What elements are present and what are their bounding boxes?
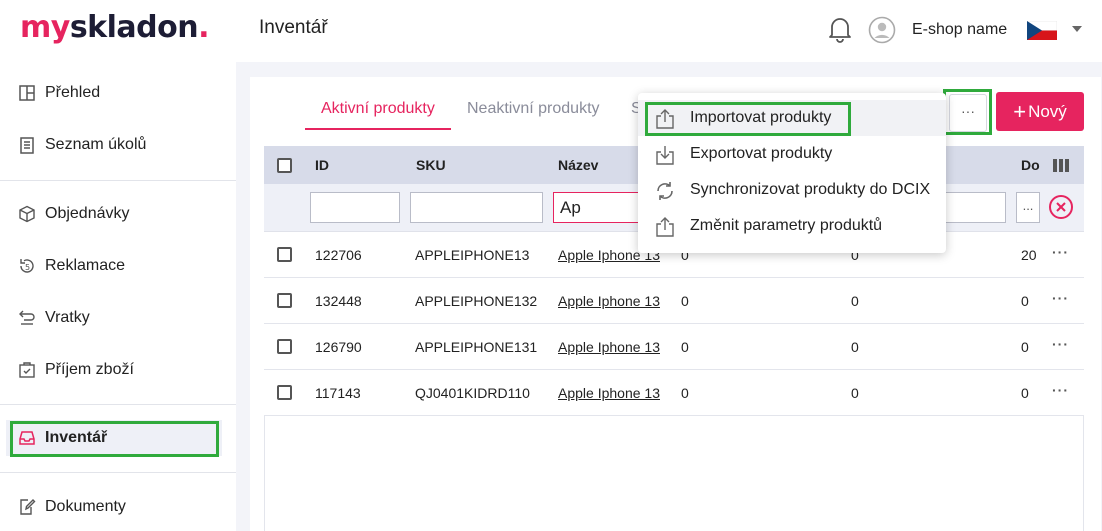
sidebar-divider — [0, 472, 236, 473]
upload-icon — [656, 109, 674, 129]
sidebar-item-label: Inventář — [45, 429, 108, 446]
new-product-button[interactable]: + Nový — [996, 92, 1084, 131]
sidebar-item-complaints[interactable]: 5 Reklamace — [0, 246, 236, 286]
sidebar-item-overview[interactable]: Přehled — [0, 73, 236, 113]
sidebar-item-returns[interactable]: Vratky — [0, 298, 236, 338]
menu-item-label: Exportovat produkty — [690, 145, 833, 162]
tab-active-products[interactable]: Aktivní produkty — [305, 93, 451, 130]
sidebar-item-label: Dokumenty — [45, 498, 126, 515]
cell-sku: APPLEIPHONE131 — [415, 339, 538, 355]
plus-icon: + — [1013, 98, 1027, 124]
cell-id: 126790 — [315, 339, 362, 355]
chevron-down-icon[interactable] — [1071, 24, 1083, 34]
sidebar-item-label: Seznam úkolů — [45, 136, 147, 153]
row-checkbox[interactable] — [277, 385, 292, 400]
sidebar-divider — [0, 404, 236, 405]
sidebar-item-label: Objednávky — [45, 205, 130, 222]
row-checkbox[interactable] — [277, 247, 292, 262]
sidebar-divider — [0, 180, 236, 181]
cell-id: 117143 — [315, 385, 361, 401]
menu-item-label: Změnit parametry produktů — [690, 217, 883, 234]
column-header-name[interactable]: Název — [558, 157, 598, 173]
cell-value: 0 — [1021, 339, 1029, 355]
cz-flag-icon[interactable] — [1027, 21, 1057, 40]
sidebar-item-inventory[interactable]: Inventář — [6, 420, 222, 456]
cell-value: 0 — [1021, 293, 1029, 309]
sidebar-item-label: Přehled — [45, 84, 101, 101]
cell-sku: QJ0401KIDRD110 — [415, 385, 530, 401]
clear-filter-icon[interactable] — [1048, 194, 1074, 220]
cell-name-link[interactable]: Apple Iphone 13 — [558, 385, 660, 401]
cell-value: 0 — [681, 339, 689, 355]
box-icon — [19, 205, 35, 223]
row-menu-button[interactable]: ··· — [1052, 382, 1069, 398]
sidebar: Přehled Seznam úkolů Objednávky 5 Reklam… — [0, 62, 236, 531]
cell-name-link[interactable]: Apple Iphone 13 — [558, 339, 660, 355]
sync-icon — [657, 182, 673, 200]
upload-icon — [656, 217, 674, 237]
sidebar-item-label: Příjem zboží — [45, 361, 134, 378]
cell-value: 0 — [851, 385, 859, 401]
menu-item-sync-dcix[interactable]: Synchronizovat produkty do DCIX — [638, 172, 946, 208]
receiving-icon — [19, 362, 35, 378]
filter-id-input[interactable] — [310, 192, 400, 223]
more-actions-dropdown: Importovat produkty Exportovat produkty … — [638, 93, 946, 253]
row-menu-button[interactable]: ··· — [1052, 336, 1069, 352]
menu-item-label: Importovat produkty — [690, 109, 832, 126]
document-edit-icon — [20, 499, 36, 515]
cell-value: 0 — [851, 339, 859, 355]
row-checkbox[interactable] — [277, 293, 292, 308]
shop-name[interactable]: E-shop name — [912, 21, 1007, 39]
menu-item-label: Synchronizovat produkty do DCIX — [690, 181, 931, 198]
menu-item-import-products[interactable]: Importovat produkty — [638, 100, 946, 136]
top-header: myskladon. Inventář E-shop name — [0, 0, 1102, 62]
table-row[interactable]: 132448 APPLEIPHONE132 Apple Iphone 13 0 … — [264, 278, 1084, 324]
complaint-icon: 5 — [20, 259, 34, 273]
sidebar-item-label: Reklamace — [45, 257, 126, 274]
table-row[interactable]: 126790 APPLEIPHONE131 Apple Iphone 13 0 … — [264, 324, 1084, 370]
sidebar-item-label: Vratky — [45, 309, 90, 326]
cell-sku: APPLEIPHONE132 — [415, 293, 538, 309]
cell-value: 0 — [851, 293, 859, 309]
task-list-icon — [20, 137, 34, 154]
cell-id: 122706 — [315, 247, 362, 263]
bell-icon[interactable] — [827, 15, 853, 43]
table-row[interactable]: 117143 QJ0401KIDRD110 Apple Iphone 13 0 … — [264, 370, 1084, 416]
cell-value: 0 — [681, 385, 689, 401]
column-header-sku[interactable]: SKU — [416, 157, 446, 173]
filter-more-button[interactable]: ... — [1016, 192, 1040, 223]
user-avatar-icon[interactable] — [868, 16, 896, 44]
select-all-checkbox[interactable] — [277, 158, 292, 173]
sidebar-item-tasks[interactable]: Seznam úkolů — [0, 125, 236, 165]
row-menu-button[interactable]: ··· — [1052, 244, 1069, 260]
menu-item-export-products[interactable]: Exportovat produkty — [638, 136, 946, 172]
filter-sku-input[interactable] — [410, 192, 543, 223]
column-header-id[interactable]: ID — [315, 157, 329, 173]
cell-id: 132448 — [315, 293, 362, 309]
logo[interactable]: myskladon. — [20, 10, 210, 45]
column-header-do[interactable]: Do — [1021, 157, 1040, 173]
cell-name-link[interactable]: Apple Iphone 13 — [558, 293, 660, 309]
new-button-label: Nový — [1028, 101, 1067, 121]
inbox-icon — [19, 431, 35, 445]
sidebar-item-orders[interactable]: Objednávky — [0, 194, 236, 234]
cell-sku: APPLEIPHONE13 — [415, 247, 530, 263]
columns-icon[interactable] — [1053, 159, 1069, 172]
cell-value: 0 — [681, 293, 689, 309]
more-actions-button[interactable]: ··· — [949, 94, 987, 132]
overview-icon — [19, 85, 35, 101]
download-icon — [656, 146, 674, 165]
sidebar-item-receiving[interactable]: Příjem zboží — [0, 350, 236, 390]
menu-item-change-parameters[interactable]: Změnit parametry produktů — [638, 208, 946, 244]
svg-text:5: 5 — [25, 263, 30, 272]
return-icon — [19, 310, 35, 325]
row-checkbox[interactable] — [277, 339, 292, 354]
page-title: Inventář — [259, 17, 328, 38]
sidebar-item-documents[interactable]: Dokumenty — [0, 487, 236, 527]
tab-inactive-products[interactable]: Neaktivní produkty — [451, 93, 616, 130]
row-menu-button[interactable]: ··· — [1052, 290, 1069, 306]
cell-value: 20 — [1021, 247, 1037, 263]
cell-value: 0 — [1021, 385, 1029, 401]
